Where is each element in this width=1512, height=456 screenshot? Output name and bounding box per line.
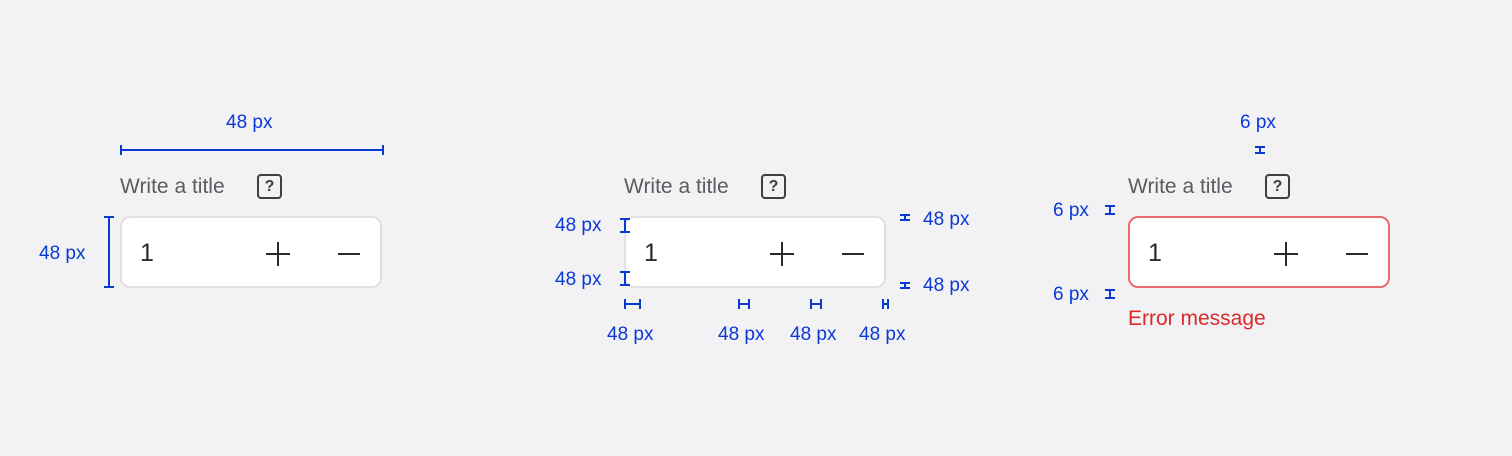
field-label: Write a title (120, 175, 225, 198)
bottom-marker-4-cap-a (882, 299, 884, 309)
width-annotation-cap-left (120, 145, 122, 155)
top-spacing-label: 6 px (1240, 112, 1276, 133)
help-icon[interactable]: ? (257, 174, 282, 199)
bottom-label-4: 48 px (859, 324, 906, 345)
plus-icon[interactable] (1274, 242, 1298, 266)
field-label: Write a title (1128, 175, 1233, 198)
quantity-stepper: 1 (624, 216, 886, 288)
top-spacing-cap-b (1255, 152, 1265, 154)
quantity-value[interactable]: 1 (644, 238, 658, 268)
padding-top-cap-a (620, 218, 630, 220)
top-spacing-cap-a (1255, 146, 1265, 148)
help-icon[interactable]: ? (761, 174, 786, 199)
padding-bottom-cap-a (620, 271, 630, 273)
field-label: Write a title (624, 175, 729, 198)
error-gap-cap-b (1105, 297, 1115, 299)
quantity-value[interactable]: 1 (1148, 238, 1162, 268)
bottom-marker-3-cap-a (810, 299, 812, 309)
minus-icon[interactable] (1346, 253, 1368, 255)
plus-icon[interactable] (266, 242, 290, 266)
right-top-label: 48 px (923, 209, 970, 230)
height-annotation-line (108, 217, 110, 288)
bottom-marker-1-cap-a (624, 299, 626, 309)
padding-top-cap-b (620, 231, 630, 233)
padding-bottom-label: 48 px (555, 269, 602, 290)
padding-top-label: 48 px (555, 215, 602, 236)
right-top-marker-c (904, 214, 906, 221)
quantity-stepper: 1 (120, 216, 382, 288)
height-annotation-cap-top (104, 216, 114, 218)
height-annotation-label: 48 px (39, 243, 86, 264)
minus-icon[interactable] (338, 253, 360, 255)
bottom-label-3: 48 px (790, 324, 837, 345)
bottom-marker-2-cap-a (738, 299, 740, 309)
error-gap-cap-a (1105, 289, 1115, 291)
width-annotation-cap-right (382, 145, 384, 155)
bottom-label-1: 48 px (607, 324, 654, 345)
width-annotation-label: 48 px (226, 112, 273, 133)
error-message: Error message (1128, 307, 1266, 330)
right-bottom-marker-c (904, 282, 906, 289)
quantity-value[interactable]: 1 (140, 238, 154, 268)
padding-bottom-cap-b (620, 284, 630, 286)
label-gap-cap-b (1105, 213, 1115, 215)
label-gap-cap-a (1105, 205, 1115, 207)
width-annotation-line (121, 149, 383, 151)
bottom-label-2: 48 px (718, 324, 765, 345)
label-gap-label: 6 px (1053, 200, 1089, 221)
bottom-marker-4-cap-b (887, 299, 889, 309)
right-bottom-label: 48 px (923, 275, 970, 296)
bottom-marker-2-cap-b (748, 299, 750, 309)
bottom-marker-3-cap-b (820, 299, 822, 309)
height-annotation-cap-bottom (104, 286, 114, 288)
plus-icon[interactable] (770, 242, 794, 266)
bottom-marker-1-cap-b (639, 299, 641, 309)
quantity-stepper-error: 1 (1128, 216, 1390, 288)
help-icon[interactable]: ? (1265, 174, 1290, 199)
minus-icon[interactable] (842, 253, 864, 255)
error-gap-label: 6 px (1053, 284, 1089, 305)
